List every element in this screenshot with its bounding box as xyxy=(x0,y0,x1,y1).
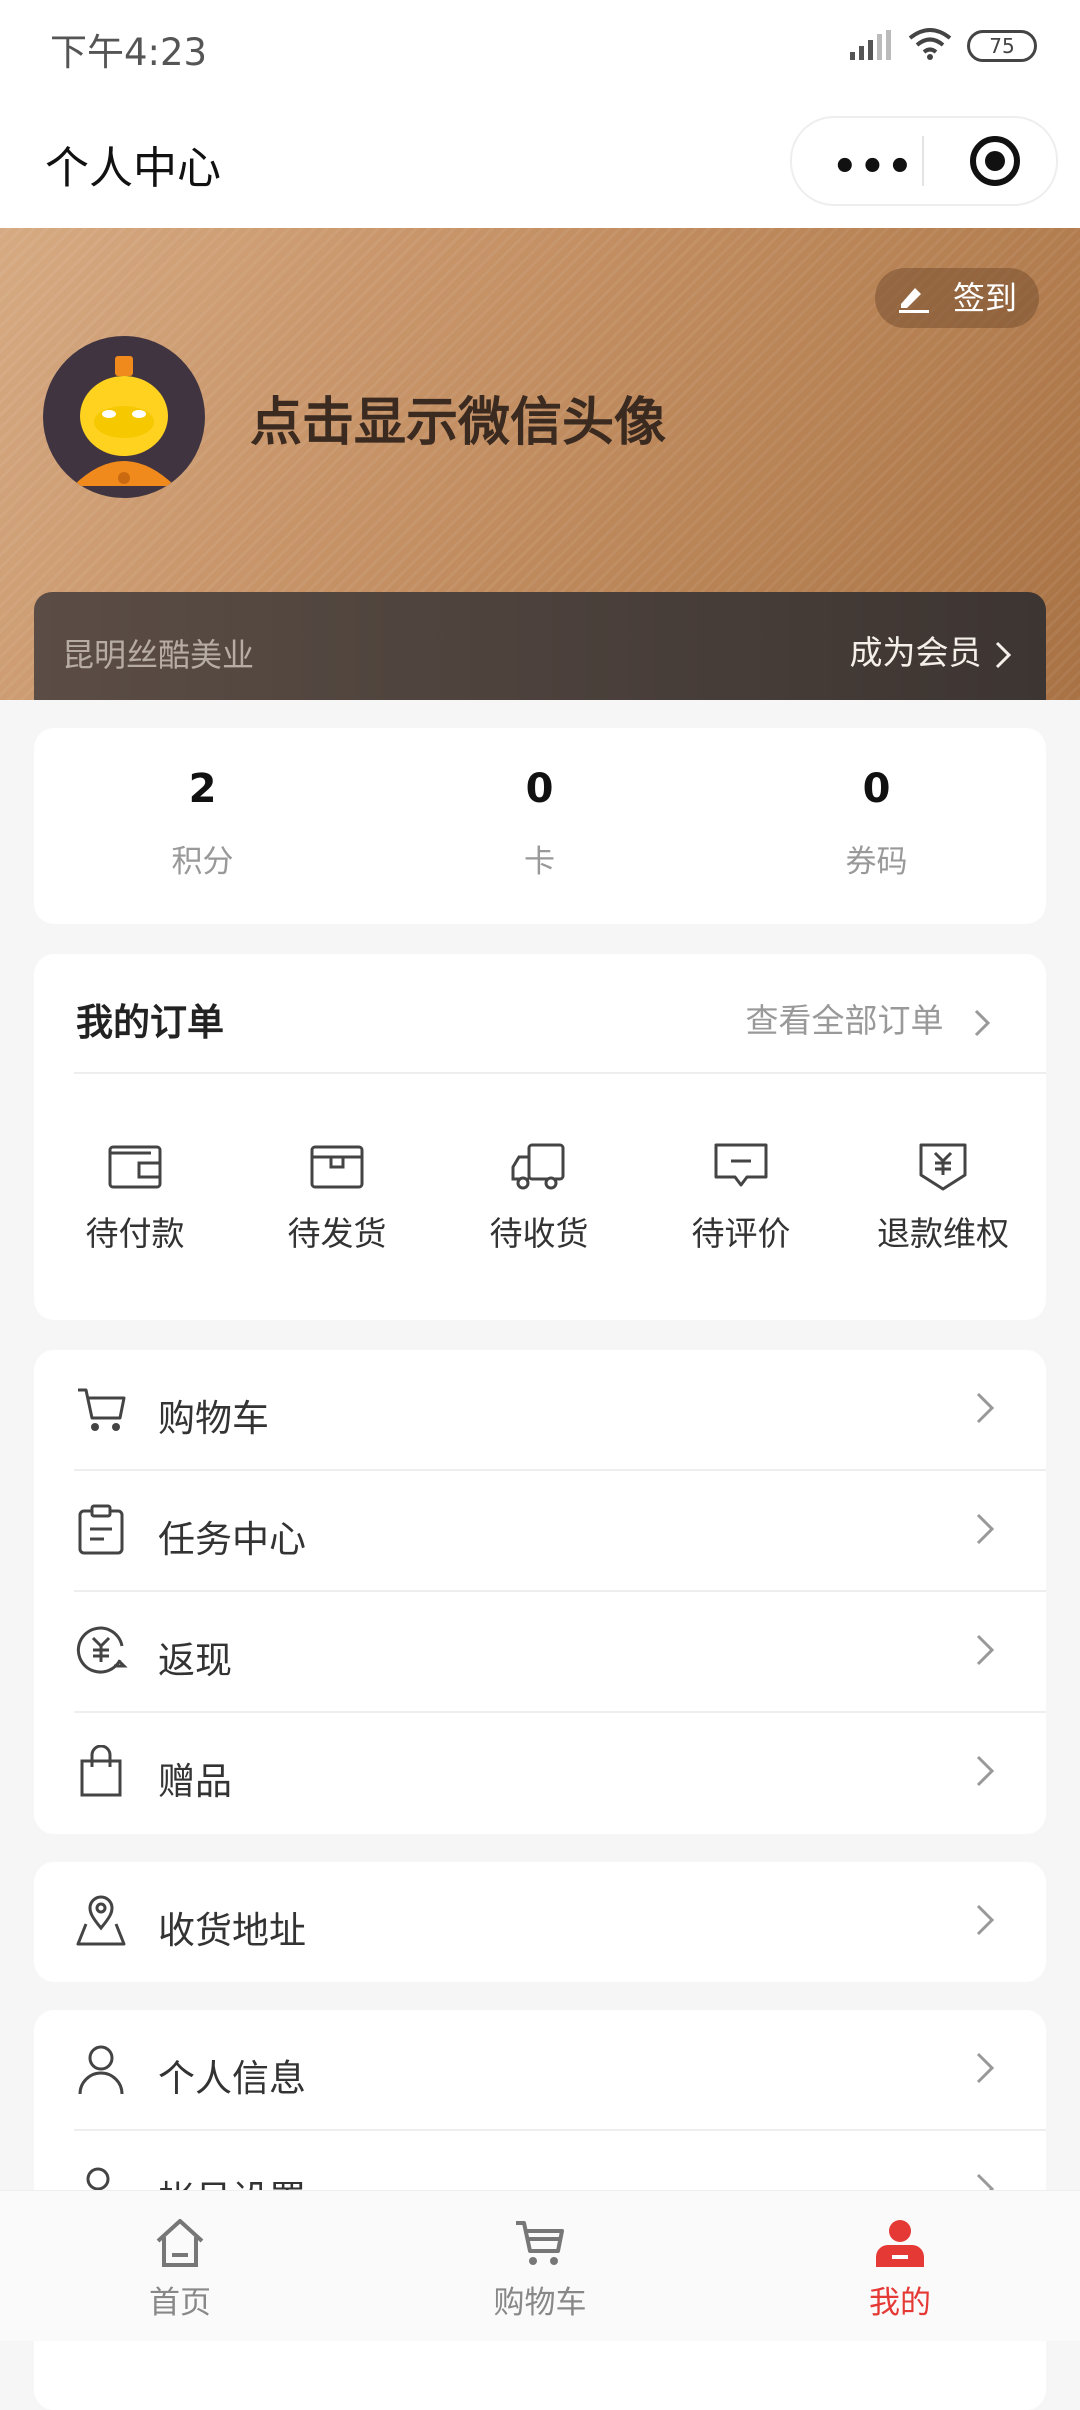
close-miniprogram-icon[interactable] xyxy=(970,136,1020,186)
view-all-orders-link[interactable]: 查看全部订单 xyxy=(746,994,993,1042)
stat-value: 0 xyxy=(862,766,891,812)
stat-label: 券码 xyxy=(845,844,908,880)
stat-value: 0 xyxy=(525,766,554,812)
avatar[interactable] xyxy=(43,336,205,498)
status-bar: 下午4:23 75 xyxy=(0,0,1080,92)
menu-group-address: 收货地址 xyxy=(34,1862,1046,1982)
membership-bar: 昆明丝酷美业 成为会员 xyxy=(34,592,1046,700)
checkin-label: 签到 xyxy=(953,279,1018,317)
stat-cards[interactable]: 0 卡 xyxy=(371,766,708,881)
menu-item-task-center[interactable]: 任务中心 xyxy=(34,1471,1046,1592)
wallet-icon xyxy=(105,1139,165,1193)
refund-icon xyxy=(913,1139,973,1193)
stat-points[interactable]: 2 积分 xyxy=(34,766,371,881)
order-refund[interactable]: 退款维权 xyxy=(842,1139,1044,1255)
truck-icon xyxy=(509,1139,569,1193)
chevron-right-icon xyxy=(974,1900,996,1940)
stat-label: 卡 xyxy=(524,844,555,880)
menu-item-personal-info[interactable]: 个人信息 xyxy=(34,2010,1046,2131)
tab-mine[interactable]: 我的 xyxy=(780,2217,1020,2322)
order-label: 待发货 xyxy=(287,1214,387,1253)
checkin-button[interactable]: 签到 xyxy=(875,268,1039,328)
menu-label: 购物车 xyxy=(158,1397,269,1440)
orders-title: 我的订单 xyxy=(76,1001,224,1044)
miniprogram-capsule: ••• xyxy=(790,116,1058,206)
clipboard-icon xyxy=(74,1503,128,1557)
order-pending-receipt[interactable]: 待收货 xyxy=(438,1139,640,1255)
more-icon[interactable]: ••• xyxy=(832,144,915,190)
tab-cart[interactable]: 购物车 xyxy=(420,2217,660,2322)
order-pending-payment[interactable]: 待付款 xyxy=(34,1139,236,1255)
status-time: 下午4:23 xyxy=(50,31,208,74)
order-pending-shipment[interactable]: 待发货 xyxy=(236,1139,438,1255)
home-icon xyxy=(154,2217,206,2269)
signal-icon xyxy=(850,30,892,60)
page-title: 个人中心 xyxy=(45,143,221,194)
wifi-icon xyxy=(908,26,952,60)
order-label: 退款维权 xyxy=(877,1214,1009,1253)
chevron-right-icon xyxy=(974,1630,996,1670)
stats-card: 2 积分 0 卡 0 券码 xyxy=(34,728,1046,924)
map-pin-icon xyxy=(74,1894,128,1948)
menu-label: 收货地址 xyxy=(158,1909,306,1952)
cart-icon xyxy=(74,1382,128,1436)
menu-label: 任务中心 xyxy=(158,1518,306,1561)
pen-icon xyxy=(897,282,931,314)
order-label: 待收货 xyxy=(489,1214,589,1253)
menu-group-shopping: 购物车 任务中心 返现 赠品 xyxy=(34,1350,1046,1834)
profile-banner: 签到 点击显示微信头像 昆明丝酷美业 成为会员 xyxy=(0,228,1080,700)
menu-item-cart[interactable]: 购物车 xyxy=(34,1350,1046,1471)
view-all-label: 查看全部订单 xyxy=(745,1001,944,1040)
menu-item-gifts[interactable]: 赠品 xyxy=(34,1713,1046,1834)
menu-label: 个人信息 xyxy=(158,2057,306,2100)
menu-label: 赠品 xyxy=(158,1760,232,1803)
stat-value: 2 xyxy=(188,766,217,812)
nickname[interactable]: 点击显示微信头像 xyxy=(250,380,666,455)
cashback-icon xyxy=(74,1624,128,1678)
bottom-tab-bar: 首页 购物车 我的 xyxy=(0,2190,1080,2341)
menu-label: 返现 xyxy=(158,1639,232,1682)
order-label: 待付款 xyxy=(85,1214,185,1253)
menu-item-cashback[interactable]: 返现 xyxy=(34,1592,1046,1713)
tab-label: 首页 xyxy=(149,2285,211,2321)
chevron-right-icon xyxy=(974,1388,996,1428)
become-member-link[interactable]: 成为会员 xyxy=(850,626,1015,674)
menu-item-shipping-address[interactable]: 收货地址 xyxy=(34,1862,1046,1983)
battery-indicator: 75 xyxy=(967,30,1037,62)
orders-card: 我的订单 查看全部订单 待付款 待发货 待收货 待评价 退款维权 xyxy=(34,954,1046,1320)
tab-label: 购物车 xyxy=(493,2285,587,2321)
order-pending-review[interactable]: 待评价 xyxy=(640,1139,842,1255)
cart-icon xyxy=(514,2217,566,2269)
tab-home[interactable]: 首页 xyxy=(60,2217,300,2322)
chevron-right-icon xyxy=(992,639,1014,671)
divider xyxy=(74,1072,1046,1074)
order-label: 待评价 xyxy=(691,1214,791,1253)
user-icon xyxy=(74,2042,128,2096)
profile-icon xyxy=(874,2217,926,2269)
box-icon xyxy=(307,1139,367,1193)
chevron-right-icon xyxy=(974,1751,996,1791)
comment-icon xyxy=(711,1139,771,1193)
chevron-right-icon xyxy=(974,1509,996,1549)
become-member-label: 成为会员 xyxy=(849,633,982,672)
stat-coupons[interactable]: 0 券码 xyxy=(708,766,1045,881)
stat-label: 积分 xyxy=(171,844,234,880)
capsule-divider xyxy=(922,136,924,186)
chevron-right-icon xyxy=(972,1006,992,1040)
chevron-right-icon xyxy=(974,2048,996,2088)
title-bar: 个人中心 ••• xyxy=(0,92,1080,228)
store-name: 昆明丝酷美业 xyxy=(62,636,255,674)
tab-label: 我的 xyxy=(869,2285,931,2321)
gift-bag-icon xyxy=(74,1745,128,1799)
